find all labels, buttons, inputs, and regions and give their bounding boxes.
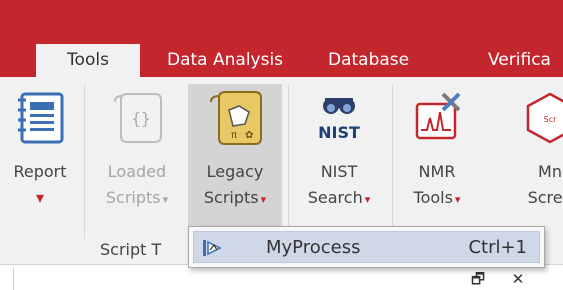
mn-screen-label-1: Mn — [538, 162, 562, 181]
separator — [288, 84, 289, 239]
chevron-down-icon: ▾ — [260, 193, 267, 206]
chevron-down-icon: ▾ — [162, 193, 169, 206]
nmr-tools-icon — [415, 92, 461, 140]
mn-screen-button[interactable]: Scr Mn Scree — [500, 84, 563, 240]
close-icon[interactable]: ✕ — [508, 270, 528, 288]
svg-text:✿: ✿ — [245, 130, 253, 141]
script-hex-icon: Scr — [526, 92, 563, 144]
scroll-icon: {} — [114, 93, 162, 143]
separator — [84, 84, 85, 239]
report-dropdown-caret[interactable]: ▾ — [0, 188, 80, 207]
nist-search-label-1: NIST — [320, 162, 358, 181]
loaded-scripts-label-2: Scripts ▾ — [105, 188, 169, 207]
menu-item-label: MyProcess — [266, 237, 361, 258]
loaded-scripts-label-1: Loaded — [107, 162, 167, 181]
ribbon-group-label: Script T — [100, 240, 162, 259]
tab-tools[interactable]: Tools — [36, 44, 140, 77]
svg-text:π: π — [231, 130, 237, 141]
report-label: Report — [13, 162, 67, 181]
mn-screen-label-2: Scree — [527, 188, 563, 207]
nmr-tools-label-1: NMR — [418, 162, 456, 181]
legacy-scroll-icon: π ✿ — [210, 91, 262, 145]
nmr-tools-label-2: Tools ▾ — [413, 188, 461, 207]
chevron-down-icon: ▾ — [454, 193, 461, 206]
separator — [392, 84, 393, 239]
menu-item-myprocess[interactable]: MyProcess Ctrl+1 — [193, 231, 540, 263]
loaded-scripts-button[interactable]: {} Loaded Scripts ▾ — [94, 84, 180, 240]
legacy-scripts-label-2: Scripts ▾ — [203, 188, 267, 207]
report-button[interactable]: Report ▾ — [0, 84, 80, 240]
nist-icon: NIST — [318, 98, 360, 142]
legacy-scripts-button[interactable]: π ✿ Legacy Scripts ▾ — [188, 84, 282, 240]
nmr-tools-button[interactable]: NMR Tools ▾ — [394, 84, 480, 240]
legacy-scripts-label-1: Legacy — [206, 162, 264, 181]
tab-database[interactable]: Database — [328, 44, 409, 77]
process-icon — [203, 240, 222, 256]
chevron-down-icon: ▾ — [364, 193, 371, 206]
nist-search-label-2: Search ▾ — [307, 188, 371, 207]
nist-search-button[interactable]: NIST NIST Search ▾ — [292, 84, 386, 240]
svg-text:NIST: NIST — [318, 123, 360, 142]
legacy-scripts-dropdown-menu: MyProcess Ctrl+1 — [188, 226, 545, 268]
tab-verification[interactable]: Verifica — [488, 44, 551, 77]
restore-window-icon[interactable]: 🗗 — [468, 270, 488, 288]
tab-data-analysis[interactable]: Data Analysis — [167, 44, 283, 77]
svg-text:Scr: Scr — [544, 115, 557, 124]
document-pane-edge — [0, 268, 14, 290]
menu-item-shortcut: Ctrl+1 — [468, 237, 527, 258]
report-icon — [18, 92, 64, 144]
svg-text:{}: {} — [131, 109, 150, 128]
